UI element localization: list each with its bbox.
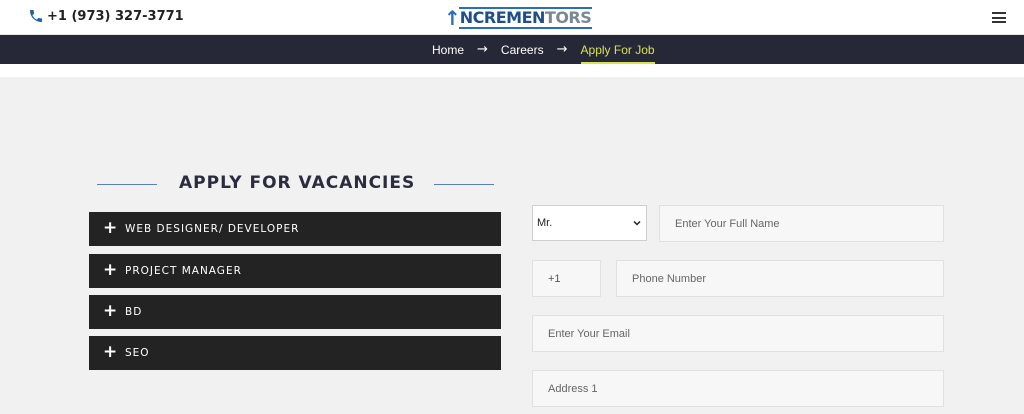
- vacancy-label: SEO: [125, 347, 150, 359]
- salutation-select[interactable]: Mr.: [532, 205, 647, 241]
- breadcrumb-bar: Home → Careers → Apply For Job: [0, 35, 1024, 64]
- vacancy-project-manager[interactable]: + PROJECT MANAGER: [89, 254, 501, 288]
- breadcrumb-home[interactable]: Home: [432, 43, 464, 57]
- section-title: APPLY FOR VACANCIES: [179, 173, 416, 193]
- phone-icon: [30, 10, 42, 22]
- heading-divider-left: [97, 184, 157, 185]
- chevron-down-icon: [633, 220, 641, 226]
- plus-icon: +: [103, 341, 119, 362]
- white-strip: [0, 64, 1024, 77]
- full-name-field[interactable]: [659, 205, 944, 242]
- phone-number: +1 (973) 327-3771: [47, 8, 184, 24]
- vacancy-label: PROJECT MANAGER: [125, 265, 242, 277]
- address1-input[interactable]: [548, 382, 943, 395]
- hamburger-menu-icon[interactable]: [992, 12, 1006, 23]
- top-bar: +1 (973) 327-3771 ↑ NCREMENTORS: [0, 0, 1024, 35]
- email-field[interactable]: [532, 315, 944, 352]
- breadcrumb-careers[interactable]: Careers: [501, 43, 544, 57]
- arrow-right-icon: →: [556, 42, 568, 57]
- vacancy-web-designer[interactable]: + WEB DESIGNER/ DEVELOPER: [89, 212, 501, 246]
- plus-icon: +: [103, 217, 119, 238]
- phone-input[interactable]: [632, 272, 943, 285]
- plus-icon: +: [103, 300, 119, 321]
- country-code-value: +1: [548, 272, 561, 285]
- breadcrumb-current: Apply For Job: [580, 35, 655, 64]
- vacancy-label: WEB DESIGNER/ DEVELOPER: [125, 223, 300, 235]
- email-input[interactable]: [548, 327, 943, 340]
- heading-divider-right: [434, 184, 494, 185]
- vacancy-seo[interactable]: + SEO: [89, 336, 501, 370]
- logo-wordmark: NCREMENTORS: [458, 7, 593, 29]
- plus-icon: +: [103, 259, 119, 280]
- vacancy-label: BD: [125, 306, 143, 318]
- breadcrumb: Home → Careers → Apply For Job: [432, 35, 655, 64]
- salutation-value: Mr.: [537, 217, 553, 229]
- arrow-right-icon: →: [477, 42, 488, 57]
- phone-link[interactable]: +1 (973) 327-3771: [28, 8, 184, 24]
- address1-field[interactable]: [532, 370, 944, 407]
- country-code-field[interactable]: +1: [532, 260, 601, 297]
- site-logo[interactable]: ↑ NCREMENTORS: [444, 6, 593, 30]
- vacancy-bd[interactable]: + BD: [89, 295, 501, 329]
- full-name-input[interactable]: [675, 217, 943, 230]
- phone-field[interactable]: [616, 260, 944, 297]
